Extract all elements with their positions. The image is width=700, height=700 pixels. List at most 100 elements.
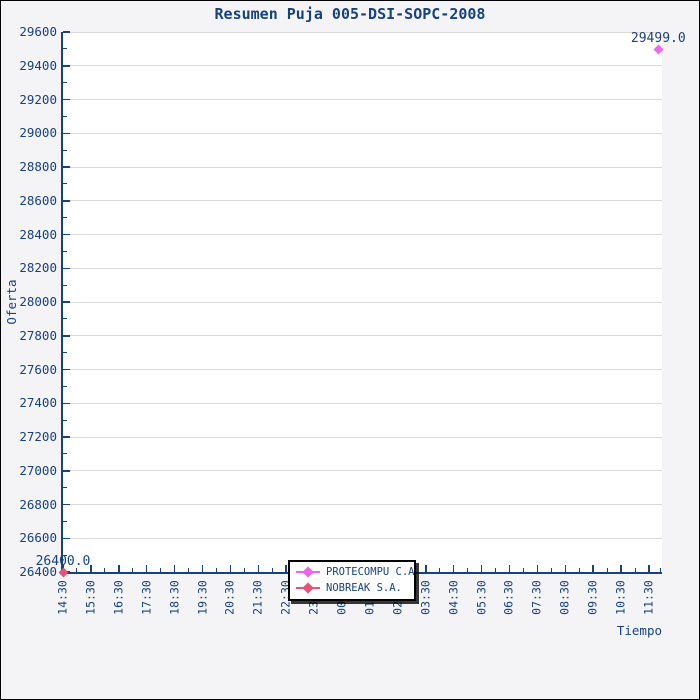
y-tick-label: 28800 <box>0 160 57 173</box>
diamond-marker-icon <box>296 567 320 577</box>
legend-item-label: PROTECOMPU C.A. <box>326 566 421 578</box>
data-point <box>58 567 68 577</box>
x-tick-label: 07:30 <box>531 578 544 618</box>
x-major-tick <box>118 565 120 572</box>
y-tick-label: 27000 <box>0 464 57 477</box>
legend: PROTECOMPU C.A. NOBREAK S.A. <box>288 560 416 601</box>
x-tick-label: 04:30 <box>447 578 460 618</box>
y-major-tick <box>63 335 70 337</box>
x-major-tick <box>453 565 455 572</box>
x-tick-label: 05:30 <box>475 578 488 618</box>
y-major-tick <box>63 504 70 506</box>
x-tick-label: 18:30 <box>168 578 181 618</box>
x-axis-label: Tiempo <box>562 623 662 638</box>
y-major-tick <box>63 268 70 270</box>
x-tick-label: 17:30 <box>140 578 153 618</box>
x-major-tick <box>509 565 511 572</box>
y-major-tick <box>63 470 70 472</box>
x-tick-label: 15:30 <box>84 578 97 618</box>
y-minor-tick <box>63 453 67 454</box>
y-tick-label: 28600 <box>0 194 57 207</box>
y-tick-label: 29000 <box>0 126 57 139</box>
x-major-tick <box>146 565 148 572</box>
y-minor-tick <box>63 386 67 387</box>
x-tick-label: 03:30 <box>419 578 432 618</box>
y-gridline <box>63 65 662 66</box>
x-tick-label: 21:30 <box>252 578 265 618</box>
y-minor-tick <box>63 48 67 49</box>
x-tick-label: 08:30 <box>559 578 572 618</box>
y-minor-tick <box>63 352 67 353</box>
x-major-tick <box>285 565 287 572</box>
x-tick-label: 19:30 <box>196 578 209 618</box>
y-major-tick <box>63 200 70 202</box>
y-minor-tick <box>63 150 67 151</box>
x-major-tick <box>565 565 567 572</box>
y-minor-tick <box>63 487 67 488</box>
x-tick-label: 14:30 <box>57 578 70 618</box>
y-tick-label: 29400 <box>0 59 57 72</box>
y-tick-label: 29600 <box>0 25 57 38</box>
y-minor-tick <box>63 82 67 83</box>
y-gridline <box>63 403 662 404</box>
chart-window: Resumen Puja 005-DSI-SOPC-2008 264002660… <box>0 0 700 700</box>
x-tick-label: 09:30 <box>587 578 600 618</box>
y-minor-tick <box>63 420 67 421</box>
legend-item-nobreak: NOBREAK S.A. <box>290 580 414 596</box>
y-gridline <box>63 437 662 438</box>
x-major-tick <box>174 565 176 572</box>
y-gridline <box>63 99 662 100</box>
y-major-tick <box>63 234 70 236</box>
y-gridline <box>63 268 662 269</box>
y-gridline <box>63 302 662 303</box>
y-tick-label: 27200 <box>0 430 57 443</box>
y-minor-tick <box>63 285 67 286</box>
x-major-tick <box>620 565 622 572</box>
y-minor-tick <box>63 217 67 218</box>
y-tick-label: 27400 <box>0 396 57 409</box>
data-point-label: 29499.0 <box>613 32 700 45</box>
y-major-tick <box>63 99 70 101</box>
y-tick-label: 26800 <box>0 498 57 511</box>
y-major-tick <box>63 65 70 67</box>
x-tick-label: 10:30 <box>615 578 628 618</box>
data-point <box>653 44 663 54</box>
y-major-tick <box>63 436 70 438</box>
y-major-tick <box>63 403 70 405</box>
x-major-tick <box>648 565 650 572</box>
y-gridline <box>63 167 662 168</box>
x-major-tick <box>230 565 232 572</box>
legend-item-label: NOBREAK S.A. <box>326 582 402 594</box>
y-major-tick <box>63 133 70 135</box>
y-tick-label: 28400 <box>0 228 57 241</box>
y-major-tick <box>63 301 70 303</box>
y-gridline <box>63 504 662 505</box>
y-tick-label: 27600 <box>0 363 57 376</box>
x-tick-label: 11:30 <box>643 578 656 618</box>
y-major-tick <box>63 31 70 33</box>
y-gridline <box>63 538 662 539</box>
y-gridline <box>63 200 662 201</box>
x-major-tick <box>481 565 483 572</box>
y-minor-tick <box>63 183 67 184</box>
x-major-tick <box>258 565 260 572</box>
y-gridline <box>63 470 662 471</box>
y-tick-label: 26600 <box>0 531 57 544</box>
y-minor-tick <box>63 116 67 117</box>
y-minor-tick <box>63 521 67 522</box>
legend-item-protecompu: PROTECOMPU C.A. <box>290 564 414 580</box>
y-minor-tick <box>63 318 67 319</box>
x-tick-label: 06:30 <box>503 578 516 618</box>
x-major-tick <box>202 565 204 572</box>
y-gridline <box>63 335 662 336</box>
y-axis-label: Oferta <box>5 272 19 332</box>
x-major-tick <box>537 565 539 572</box>
y-gridline <box>63 369 662 370</box>
data-point-label: 26400.0 <box>18 555 108 568</box>
diamond-marker-icon <box>296 583 320 593</box>
x-major-tick <box>592 565 594 572</box>
y-major-tick <box>63 369 70 371</box>
x-tick-label: 20:30 <box>224 578 237 618</box>
y-major-tick <box>63 538 70 540</box>
y-gridline <box>63 32 662 33</box>
